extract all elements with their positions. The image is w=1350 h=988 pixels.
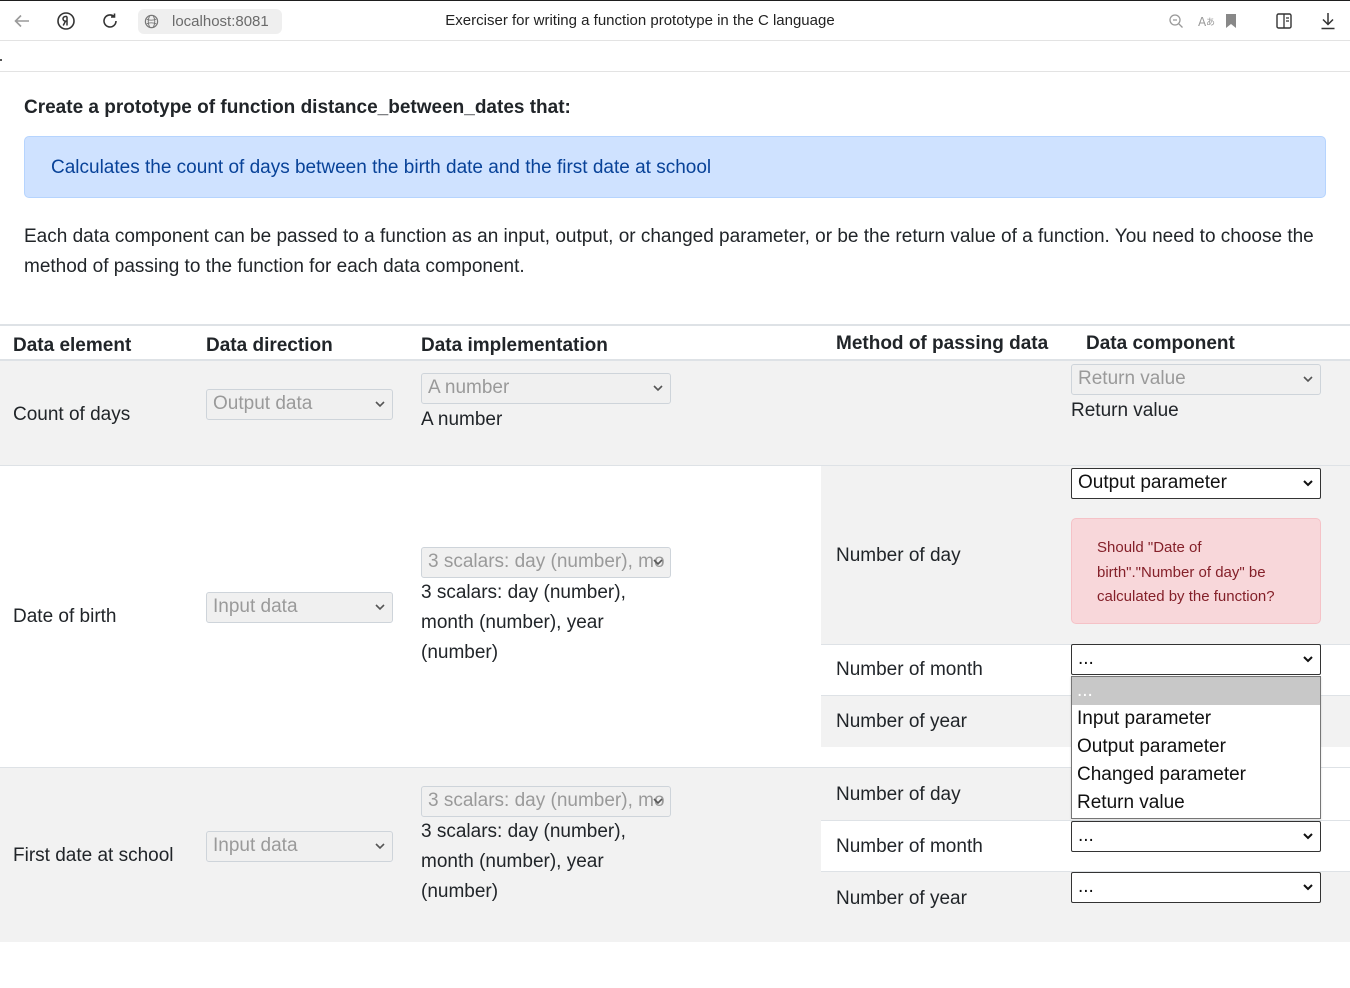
browser-toolbar: localhost:8081 Exerciser for writing a f… — [0, 0, 1350, 41]
yandex-logo-icon[interactable] — [55, 10, 77, 32]
passing-method-select[interactable]: ... — [1071, 821, 1321, 852]
site-info-icon[interactable] — [142, 13, 160, 31]
task-heading: Create a prototype of function distance_… — [24, 97, 571, 119]
passing-method-text: Return value — [1071, 400, 1179, 421]
dropdown-option[interactable]: Return value — [1072, 789, 1320, 817]
component-name: Number of month — [836, 659, 983, 680]
zoom-icon[interactable] — [1165, 10, 1187, 32]
data-direction-select: Output data — [206, 389, 393, 420]
chevron-down-icon — [653, 385, 663, 392]
header-data-implementation: Data implementation — [421, 335, 608, 356]
task-heading-suffix: that: — [529, 97, 571, 118]
passing-method-select: Return value — [1071, 364, 1321, 395]
reload-icon[interactable] — [99, 10, 121, 32]
data-implementation-select: A number — [421, 373, 671, 404]
chevron-down-icon — [653, 798, 663, 805]
address-bar[interactable]: localhost:8081 — [138, 9, 282, 34]
passing-method-select[interactable]: Output parameter — [1071, 468, 1321, 499]
row-element-label: Count of days — [13, 404, 131, 425]
chevron-down-icon — [653, 559, 663, 566]
passing-method-dropdown[interactable]: ... Input parameter Output parameter Cha… — [1071, 676, 1321, 819]
dropdown-option[interactable]: ... — [1072, 677, 1320, 705]
page-title-bar: Exerciser for writing a function prototy… — [445, 12, 835, 29]
chevron-down-icon — [375, 604, 385, 611]
component-name: Number of day — [836, 784, 961, 805]
chevron-down-icon — [1303, 376, 1313, 383]
collections-icon[interactable] — [1273, 10, 1295, 32]
data-implementation-select: 3 scalars: day (number), month (number),… — [421, 786, 671, 817]
implementation-text: 3 scalars: day (number), month (number),… — [421, 582, 626, 663]
component-name: Number of day — [836, 545, 961, 566]
translate-icon[interactable]: Aあ — [1196, 10, 1218, 32]
bookmark-icon[interactable] — [1220, 10, 1242, 32]
chevron-down-icon — [1303, 833, 1313, 840]
chevron-down-icon — [1303, 884, 1313, 891]
component-name: Number of year — [836, 888, 967, 909]
implementation-text: A number — [421, 409, 503, 430]
data-direction-select: Input data — [206, 592, 393, 623]
data-implementation-select: 3 scalars: day (number), month (number),… — [421, 547, 671, 578]
header-data-component: Data component — [1086, 333, 1235, 354]
instructions-text: Each data component can be passed to a f… — [24, 226, 1314, 277]
dropdown-option[interactable]: Changed parameter — [1072, 761, 1320, 789]
row-element-label: Date of birth — [13, 606, 117, 627]
download-icon[interactable] — [1317, 10, 1339, 32]
chevron-down-icon — [375, 843, 385, 850]
implementation-text: 3 scalars: day (number), month (number),… — [421, 821, 626, 902]
header-data-direction: Data direction — [206, 335, 333, 356]
dropdown-option[interactable]: Input parameter — [1072, 705, 1320, 733]
validation-error: Should "Date of birth"."Number of day" b… — [1071, 518, 1321, 624]
function-name: distance_between_dates — [300, 97, 525, 118]
chevron-down-icon — [1303, 480, 1313, 487]
data-direction-select: Input data — [206, 831, 393, 862]
dropdown-option[interactable]: Output parameter — [1072, 733, 1320, 761]
svg-text:あ: あ — [1206, 17, 1215, 28]
bookmarks-bar — [0, 41, 1350, 72]
header-data-element: Data element — [13, 335, 132, 356]
back-arrow-icon[interactable] — [11, 10, 33, 32]
header-method-passing: Method of passing data — [836, 333, 1049, 354]
url-text: localhost:8081 — [172, 13, 269, 30]
chevron-down-icon — [1303, 656, 1313, 663]
row-element-label: First date at school — [13, 845, 174, 866]
component-name: Number of year — [836, 711, 967, 732]
component-name: Number of month — [836, 836, 983, 857]
task-description: Calculates the count of days between the… — [24, 136, 1326, 198]
chevron-down-icon — [375, 401, 385, 408]
passing-method-select[interactable]: ... — [1071, 872, 1321, 903]
task-heading-prefix: Create a prototype of function — [24, 97, 296, 118]
passing-method-select[interactable]: ... — [1071, 644, 1321, 675]
